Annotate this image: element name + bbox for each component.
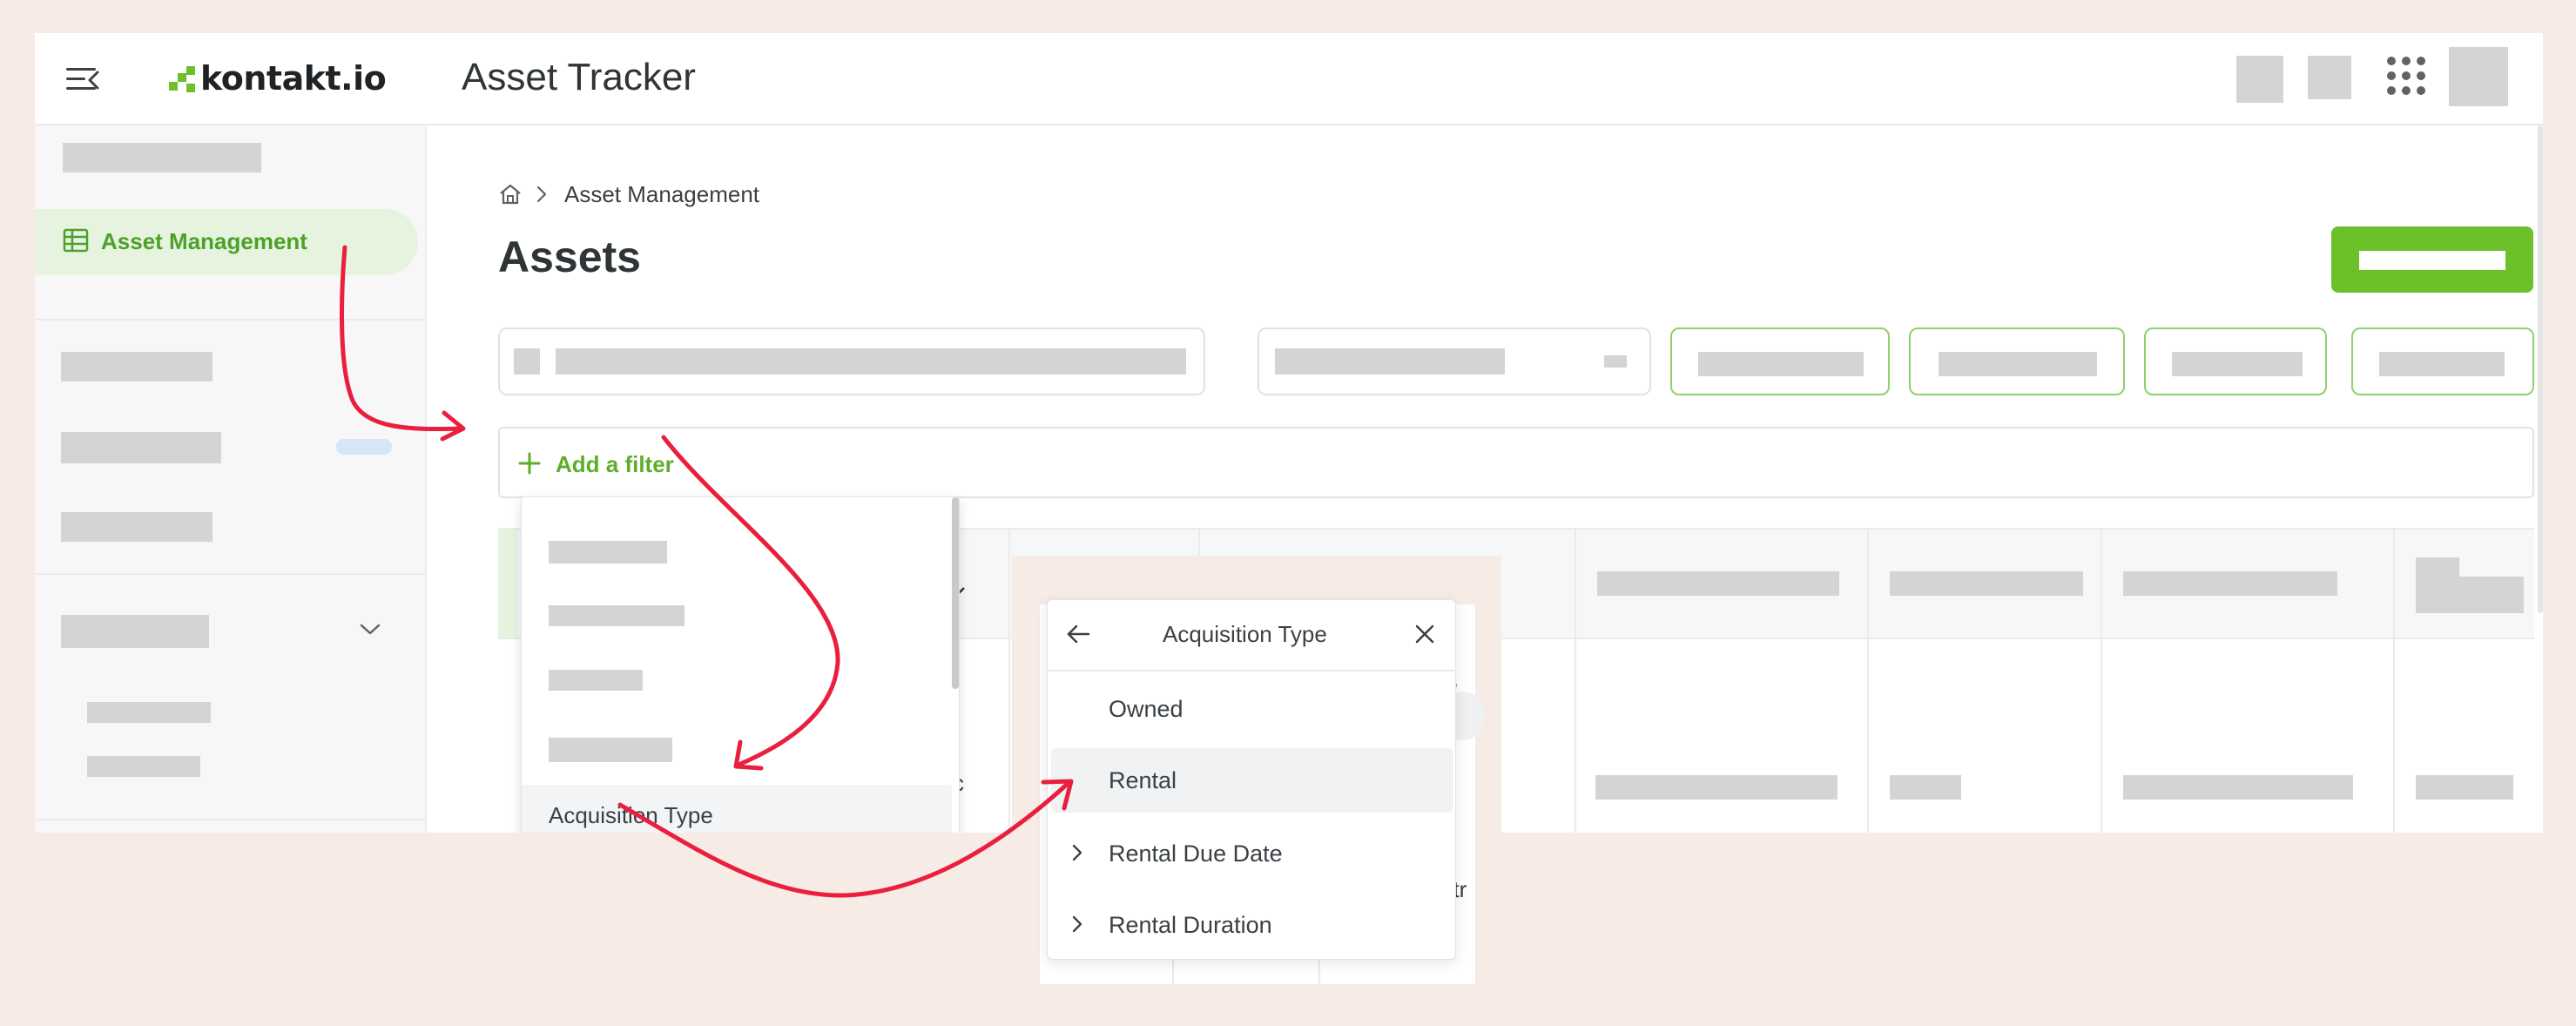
arrow-filter-to-acquisition [661, 435, 840, 767]
annotation-arrows [340, 245, 1074, 898]
arrow-head [440, 410, 466, 442]
arrow-acquisition-to-rental [617, 780, 1072, 898]
arrow-sidebar-to-filter [340, 245, 464, 432]
